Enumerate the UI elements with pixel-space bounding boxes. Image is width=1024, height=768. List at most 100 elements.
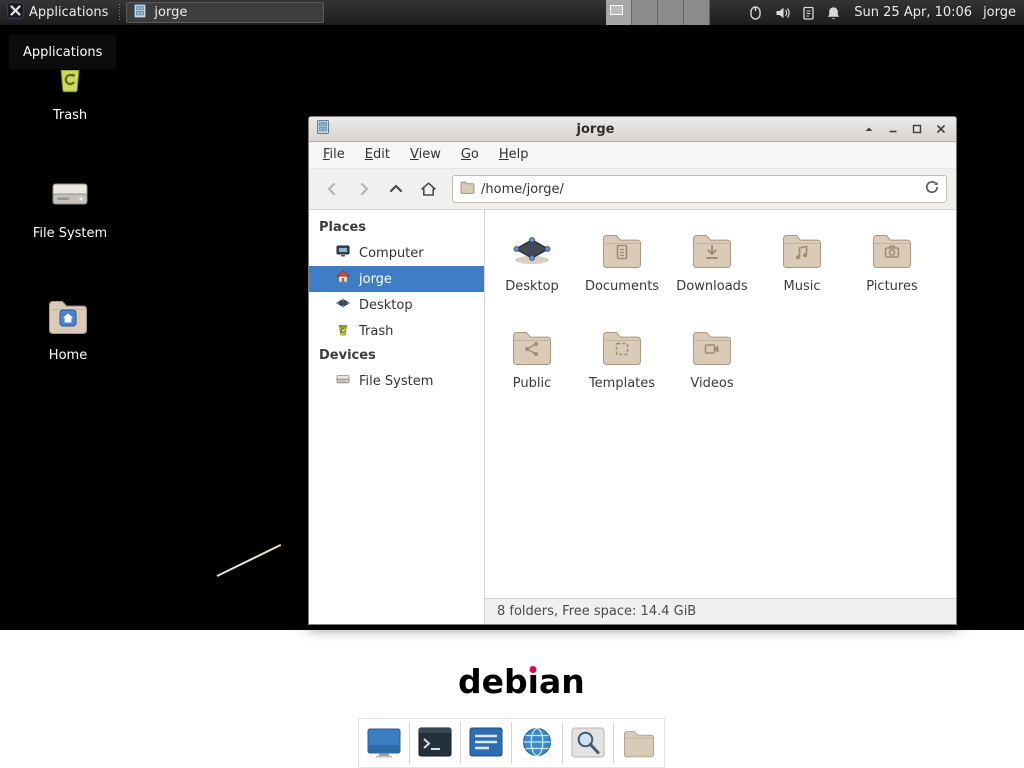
forward-button[interactable] — [350, 175, 378, 203]
up-button[interactable] — [382, 175, 410, 203]
volume-icon[interactable] — [774, 5, 791, 21]
file-label: Videos — [690, 376, 733, 391]
menu-file[interactable]: File — [313, 142, 355, 168]
status-text: 8 folders, Free space: 14.4 GiB — [497, 604, 696, 619]
file-label: Public — [513, 376, 551, 391]
workspace-switcher — [606, 0, 710, 25]
top-panel: Applications jorge Sun 25 Apr, 10:06 jor… — [0, 0, 1024, 25]
clipboard-icon[interactable] — [802, 5, 815, 21]
desktop-icon-home[interactable]: Home — [13, 292, 123, 363]
file-label: Desktop — [505, 279, 559, 294]
sidebar-header-devices: Devices — [309, 344, 484, 368]
folder-public-icon — [508, 323, 556, 371]
window-title: jorge — [337, 122, 854, 137]
debian-swirl-dot-icon — [530, 666, 537, 673]
debian-logo-i: ı — [528, 662, 539, 701]
dock-separator — [409, 722, 410, 764]
terminal-icon[interactable] — [416, 724, 454, 762]
window-controls — [860, 120, 950, 139]
applications-menu-icon — [7, 2, 24, 23]
desktop-icon-label: Trash — [53, 108, 87, 123]
web-browser-icon[interactable] — [518, 724, 556, 762]
display-settings-icon[interactable] — [365, 724, 403, 762]
workspace-3[interactable] — [658, 0, 684, 25]
path-bar[interactable] — [452, 175, 947, 203]
file-item-documents[interactable]: Documents — [577, 226, 667, 323]
file-item-templates[interactable]: Templates — [577, 323, 667, 420]
path-input[interactable] — [481, 176, 918, 202]
file-label: Pictures — [866, 279, 917, 294]
workspace-4[interactable] — [684, 0, 710, 25]
file-item-public[interactable]: Public — [487, 323, 577, 420]
titlebar[interactable]: jorge — [309, 117, 956, 142]
file-item-videos[interactable]: Videos — [667, 323, 757, 420]
folder-videos-icon — [688, 323, 736, 371]
debian-logo-text-pre: deb — [458, 662, 528, 701]
back-button[interactable] — [318, 175, 346, 203]
sidebar-item-file-system[interactable]: File System — [309, 368, 484, 394]
workspace-1[interactable] — [606, 0, 632, 25]
home-button[interactable] — [414, 175, 442, 203]
workspace-2[interactable] — [632, 0, 658, 25]
right-pane: Desktop Documents Downloads — [485, 210, 956, 624]
window-body: Places Computer jorge Desktop Trash Devi… — [309, 210, 956, 624]
applications-menu-label: Applications — [29, 5, 108, 20]
taskbar-window-button[interactable]: jorge — [126, 2, 324, 23]
desktop-icon — [508, 226, 556, 274]
panel-clock[interactable]: Sun 25 Apr, 10:06 — [854, 5, 972, 20]
menu-view[interactable]: View — [400, 142, 451, 168]
app-finder-icon[interactable] — [569, 724, 607, 762]
desktop-icon-file-system[interactable]: File System — [15, 170, 125, 241]
panel-separator — [119, 4, 120, 21]
file-item-pictures[interactable]: Pictures — [847, 226, 937, 323]
debian-logo: deb ı an — [458, 662, 585, 701]
file-manager-window: jorge File Edit View Go Help — [308, 116, 957, 625]
applications-menu-button[interactable]: Applications — [0, 0, 115, 25]
dock-separator — [511, 722, 512, 764]
trash-icon — [335, 321, 351, 341]
sidebar-item-computer[interactable]: Computer — [309, 240, 484, 266]
sidebar-item-label: Desktop — [359, 298, 413, 313]
file-label: Templates — [589, 376, 655, 391]
minimize-button[interactable] — [884, 120, 902, 139]
reload-icon[interactable] — [924, 179, 940, 199]
dock-separator — [613, 722, 614, 764]
menu-go[interactable]: Go — [451, 142, 489, 168]
notifications-bell-icon[interactable] — [826, 5, 841, 21]
sidebar-item-label: File System — [359, 374, 433, 389]
folder-icon — [459, 179, 475, 199]
folder-music-icon — [778, 226, 826, 274]
console-icon[interactable] — [467, 724, 505, 762]
sidebar-header-places: Places — [309, 216, 484, 240]
status-bar: 8 folders, Free space: 14.4 GiB — [485, 598, 956, 624]
menu-help[interactable]: Help — [489, 142, 539, 168]
file-item-desktop[interactable]: Desktop — [487, 226, 577, 323]
sidebar-item-label: Trash — [359, 324, 393, 339]
close-button[interactable] — [932, 120, 950, 139]
maximize-button[interactable] — [908, 120, 926, 139]
drive-icon — [335, 371, 351, 391]
menu-edit[interactable]: Edit — [355, 142, 400, 168]
tooltip-text: Applications — [23, 45, 102, 60]
sidebar-item-trash[interactable]: Trash — [309, 318, 484, 344]
panel-username[interactable]: jorge — [983, 5, 1016, 20]
file-label: Downloads — [676, 279, 747, 294]
file-item-music[interactable]: Music — [757, 226, 847, 323]
file-manager-icon[interactable] — [620, 724, 658, 762]
shade-button[interactable] — [860, 120, 878, 139]
file-label: Music — [784, 279, 821, 294]
folder-downloads-icon — [688, 226, 736, 274]
file-label: Documents — [585, 279, 659, 294]
workspace-window-thumb — [610, 5, 623, 15]
file-item-downloads[interactable]: Downloads — [667, 226, 757, 323]
mouse-icon[interactable] — [748, 5, 763, 21]
sidebar-item-label: Computer — [359, 246, 424, 261]
desktop-icon-label: Home — [49, 348, 87, 363]
desktop-icon-label: File System — [33, 226, 107, 241]
folder-pictures-icon — [868, 226, 916, 274]
sidebar-item-desktop[interactable]: Desktop — [309, 292, 484, 318]
debian-logo-text-post: an — [539, 662, 585, 701]
menubar: File Edit View Go Help — [309, 142, 956, 169]
sidebar-item-jorge[interactable]: jorge — [309, 266, 484, 292]
file-manager-icon — [132, 3, 148, 23]
